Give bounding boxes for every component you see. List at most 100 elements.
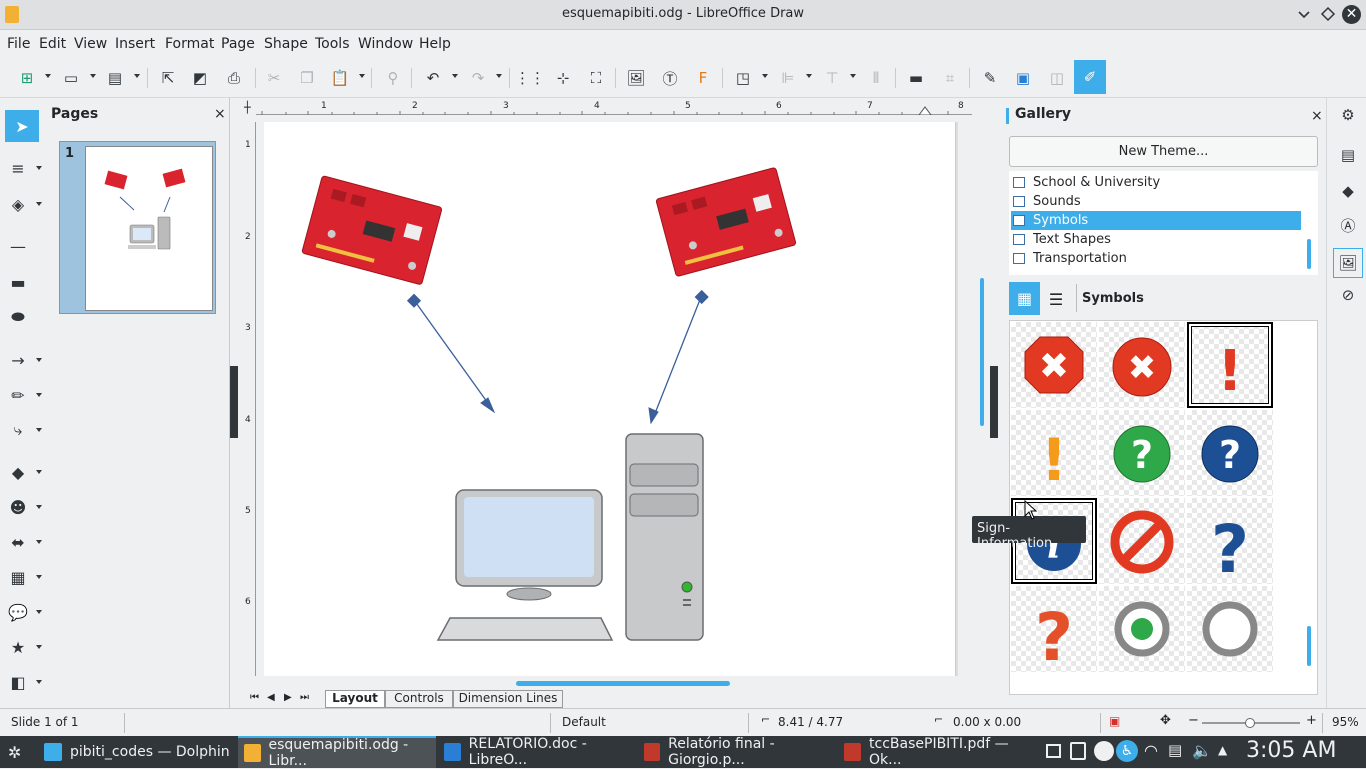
paste-icon[interactable]: 📋 — [328, 66, 352, 90]
export-pdf-icon[interactable]: ◩ — [188, 66, 212, 90]
next-page-icon[interactable]: ▶ — [284, 692, 292, 703]
fill-color-icon[interactable]: ◈ — [6, 192, 30, 216]
menu-edit[interactable]: Edit — [39, 36, 66, 52]
cut-icon[interactable]: ✂ — [262, 66, 286, 90]
zoom-pan-icon[interactable]: ⛶ — [584, 66, 608, 90]
zoom-percent[interactable]: 95% — [1332, 715, 1359, 729]
zoom-slider-handle[interactable] — [1245, 718, 1255, 728]
helplines-icon[interactable]: ⊹ — [551, 66, 575, 90]
application-launcher-icon[interactable]: ✲ — [8, 743, 21, 762]
tab-layout[interactable]: Layout — [325, 690, 385, 708]
notes-icon[interactable]: ▤ — [1168, 741, 1182, 759]
undo-icon[interactable]: ↶ — [421, 66, 445, 90]
callouts-icon[interactable]: 💬 — [6, 600, 30, 624]
transformations-icon[interactable]: ◳ — [731, 66, 755, 90]
distribute-icon[interactable]: ⫴ — [864, 66, 888, 90]
gallery-close-icon[interactable]: × — [1311, 108, 1323, 124]
ellipse-icon[interactable]: ⬬ — [6, 305, 30, 329]
lines-arrows-icon[interactable]: → — [6, 348, 30, 372]
redo-icon[interactable]: ↷ — [466, 66, 490, 90]
curves-icon[interactable]: ✏ — [6, 383, 30, 407]
symbol-question-mark-red-icon[interactable]: ? — [1011, 586, 1097, 676]
stars-icon[interactable]: ★ — [6, 635, 30, 659]
shapes-icon[interactable]: ◆ — [1337, 180, 1359, 202]
minimize-icon[interactable] — [1296, 6, 1312, 22]
symbol-exclamation-orange-icon[interactable]: ! — [1011, 410, 1097, 496]
clipboard-icon[interactable] — [1070, 742, 1086, 760]
3d-objects-icon[interactable]: ◧ — [6, 670, 30, 694]
theme-item-text-shapes[interactable]: Text Shapes — [1011, 230, 1301, 249]
kde-connect-icon[interactable] — [1094, 741, 1114, 761]
crop-icon[interactable]: ⌗ — [938, 66, 962, 90]
shadow-icon[interactable]: ▬ — [904, 66, 928, 90]
arrange-icon[interactable]: ⊤ — [820, 66, 844, 90]
icon-view-button[interactable]: ▦ — [1009, 282, 1040, 315]
tab-dimension-lines[interactable]: Dimension Lines — [453, 690, 563, 708]
master-slides-icon[interactable]: ▤ — [1337, 144, 1359, 166]
symbol-shapes-icon[interactable]: ☻ — [6, 495, 30, 519]
wifi-icon[interactable]: ◠ — [1144, 741, 1158, 760]
document-modified-icon[interactable]: ▣ — [1109, 714, 1120, 728]
styles-icon[interactable]: Ⓐ — [1337, 214, 1359, 236]
tray-expand-icon[interactable]: ▲ — [1218, 743, 1227, 757]
symbol-radio-off-icon[interactable] — [1187, 586, 1273, 672]
symbol-exclamation-red-icon[interactable]: ! — [1187, 322, 1273, 408]
symbol-question-green-icon[interactable]: ? — [1099, 410, 1185, 496]
flowchart-icon[interactable]: ▦ — [6, 565, 30, 589]
clone-formatting-icon[interactable]: ⚲ — [381, 66, 405, 90]
close-window-icon[interactable]: ✕ — [1342, 5, 1361, 24]
glue-points-icon[interactable]: ▣ — [1011, 66, 1035, 90]
copy-icon[interactable]: ❐ — [295, 66, 319, 90]
zoom-in-icon[interactable]: + — [1306, 713, 1317, 728]
task-dolphin[interactable]: pibiti_codes — Dolphin — [38, 736, 236, 768]
navigator-icon[interactable]: ⊘ — [1337, 284, 1359, 306]
line-icon[interactable]: — — [6, 234, 30, 258]
symbol-stop-octagon-icon[interactable]: ✖ — [1011, 322, 1097, 408]
new-theme-button[interactable]: New Theme... — [1009, 136, 1318, 167]
task-writer[interactable]: RELATORIO.doc - LibreO... — [438, 736, 636, 768]
clock[interactable]: 3:05 AM — [1246, 738, 1336, 763]
select-icon[interactable]: ➤ — [5, 110, 39, 142]
block-arrows-icon[interactable]: ⬌ — [6, 530, 30, 554]
menu-insert[interactable]: Insert — [115, 36, 155, 52]
symbol-grid-scrollbar[interactable] — [1307, 626, 1311, 666]
menu-page[interactable]: Page — [221, 36, 255, 52]
snap-icon[interactable]: ✥ — [1160, 713, 1171, 728]
task-pdf-report[interactable]: Relatório final - Giorgio.p... — [638, 736, 836, 768]
insert-textbox-icon[interactable]: Ⓣ — [658, 66, 682, 90]
symbol-radio-on-icon[interactable] — [1099, 586, 1185, 672]
symbol-question-mark-blue-icon[interactable]: ? — [1187, 498, 1273, 588]
tab-controls[interactable]: Controls — [385, 690, 453, 708]
zoom-slider[interactable] — [1202, 718, 1300, 728]
detail-view-button[interactable]: ☰ — [1044, 287, 1068, 311]
line-color-icon[interactable]: ≡ — [6, 156, 30, 180]
basic-shapes-icon[interactable]: ◆ — [6, 460, 30, 484]
page-thumbnail[interactable]: 1 — [59, 141, 216, 314]
theme-item-symbols[interactable]: Symbols — [1011, 211, 1301, 230]
theme-item-transportation[interactable]: Transportation — [1011, 249, 1301, 268]
menu-shape[interactable]: Shape — [264, 36, 308, 52]
export-icon[interactable]: ⇱ — [156, 66, 180, 90]
left-collapse-handle[interactable] — [230, 366, 238, 438]
theme-item-school[interactable]: School & University — [1011, 173, 1301, 192]
accessibility-icon[interactable]: ♿ — [1116, 740, 1138, 762]
insert-image-icon[interactable]: 🖼 — [624, 66, 648, 90]
align-icon[interactable]: ⊫ — [776, 66, 800, 90]
symbol-error-circle-icon[interactable]: ✖ — [1099, 322, 1185, 408]
vertical-scrollbar-thumb[interactable] — [980, 278, 984, 426]
show-desktop-icon[interactable] — [1046, 744, 1061, 758]
menu-window[interactable]: Window — [358, 36, 413, 52]
menu-help[interactable]: Help — [419, 36, 451, 52]
theme-item-sounds[interactable]: Sounds — [1011, 192, 1301, 211]
grid-icon[interactable]: ⋮⋮ — [515, 66, 545, 90]
drawing-page[interactable] — [264, 122, 956, 676]
theme-list-scrollbar[interactable] — [1307, 239, 1311, 269]
points-icon[interactable]: ✎ — [978, 66, 1002, 90]
menu-view[interactable]: View — [74, 36, 107, 52]
open-folder-icon[interactable]: ▭ — [59, 66, 83, 90]
fontwork-icon[interactable]: F — [691, 66, 715, 90]
rectangle-icon[interactable]: ▬ — [6, 270, 30, 294]
menu-file[interactable]: File — [7, 36, 30, 52]
task-draw[interactable]: esquemapibiti.odg - Libr... — [238, 736, 436, 769]
volume-icon[interactable]: 🔈 — [1192, 741, 1212, 760]
